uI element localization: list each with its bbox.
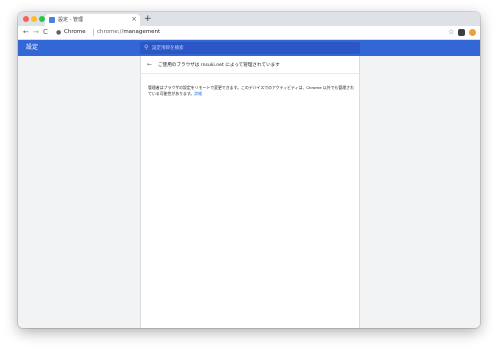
forward-button[interactable]: → (33, 27, 39, 38)
url-scheme: chrome:// (97, 29, 124, 35)
omnibox-chrome-label: Chrome (64, 29, 86, 35)
url-host: management (123, 29, 161, 35)
window-close-button[interactable] (23, 16, 29, 22)
omnibox-divider (93, 29, 94, 36)
settings-header: 設定 ⚲ (18, 40, 480, 56)
reload-button[interactable]: C (43, 27, 48, 38)
profile-avatar-icon[interactable] (469, 29, 476, 36)
tab-strip: 設定 - 管理 × + (18, 12, 480, 26)
page-title: ご使用のブラウザは rnsuki.net によって管理されています (158, 63, 280, 68)
tab-title: 設定 - 管理 (58, 17, 83, 23)
settings-favicon-icon (49, 17, 55, 23)
url-text[interactable]: chrome://management (97, 28, 160, 37)
heading-divider (141, 73, 359, 74)
browser-toolbar: ← → C ● Chrome chrome://management ☆ (18, 26, 480, 40)
new-tab-button[interactable]: + (144, 13, 152, 25)
tab-settings-management[interactable]: 設定 - 管理 × (45, 14, 140, 26)
settings-search-input[interactable] (152, 43, 352, 53)
bookmark-star-icon[interactable]: ☆ (448, 27, 454, 38)
management-description: 管理者はブラウザの設定をリモートで変更できます。このデバイスでのアクティビティは… (148, 85, 354, 97)
settings-search-box[interactable]: ⚲ (140, 42, 360, 54)
search-icon: ⚲ (144, 44, 149, 51)
info-icon: ● (56, 29, 62, 36)
learn-more-link[interactable]: 詳細 (194, 91, 202, 96)
browser-window: 設定 - 管理 × + ← → C ● Chrome chrome://mana… (18, 12, 480, 328)
back-button[interactable]: ← (23, 27, 29, 38)
tab-close-icon[interactable]: × (131, 15, 137, 24)
extension-icon[interactable] (458, 29, 465, 36)
address-bar[interactable]: ● Chrome chrome://management (52, 27, 444, 38)
description-text: 管理者はブラウザの設定をリモートで変更できます。このデバイスでのアクティビティは… (148, 85, 354, 96)
window-minimize-button[interactable] (31, 16, 37, 22)
back-arrow-icon[interactable]: ← (147, 61, 152, 69)
management-card: ← ご使用のブラウザは rnsuki.net によって管理されています 管理者は… (140, 56, 360, 328)
settings-title: 設定 (26, 44, 39, 51)
